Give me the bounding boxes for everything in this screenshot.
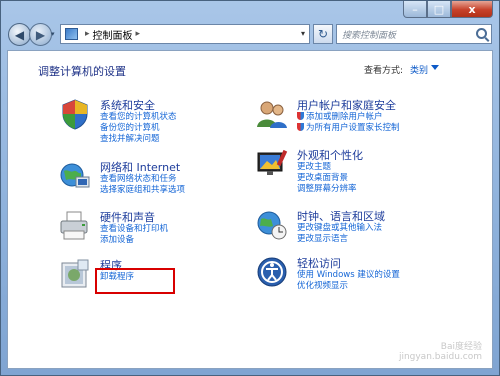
network-globe-icon[interactable]	[58, 159, 92, 193]
search-placeholder: 搜索控制面板	[342, 30, 397, 41]
category-user-accounts: 用户帐户和家庭安全 添加或删除用户帐户 为所有用户设置家长控制	[255, 97, 485, 141]
minimize-button[interactable]: –	[403, 1, 427, 18]
category-network-internet: 网络和 Internet 查看网络状态和任务 选择家庭组和共享选项	[58, 159, 248, 203]
programs-icon[interactable]	[58, 257, 92, 291]
category-title[interactable]: 网络和 Internet	[100, 159, 180, 175]
link-change-theme[interactable]: 更改主题	[297, 162, 357, 173]
category-links: 查看网络状态和任务 选择家庭组和共享选项	[100, 174, 185, 196]
clock-globe-icon[interactable]	[255, 208, 289, 242]
ease-of-access-icon[interactable]	[255, 255, 289, 289]
printer-icon[interactable]	[58, 209, 92, 243]
red-highlight-box	[95, 268, 175, 294]
category-clock-language: 时钟、语言和区域 更改键盘或其他输入法 更改显示语言	[255, 208, 485, 252]
control-panel-content: 调整计算机的设置 查看方式: 类别 系统和安全 查看您的计算机状态 备份您的计算…	[7, 50, 493, 369]
category-title[interactable]: 用户帐户和家庭安全	[297, 97, 396, 113]
category-hardware-sound: 硬件和声音 查看设备和打印机 添加设备	[58, 209, 248, 253]
address-bar[interactable]: ▸ 控制面板 ▸ ▾	[60, 24, 310, 44]
category-title[interactable]: 外观和个性化	[297, 147, 363, 163]
search-input[interactable]: 搜索控制面板	[336, 24, 492, 44]
uac-shield-icon	[297, 123, 304, 131]
category-title[interactable]: 系统和安全	[100, 97, 155, 113]
maximize-button[interactable]: □	[427, 1, 451, 18]
link-change-input-method[interactable]: 更改键盘或其他输入法	[297, 223, 382, 234]
category-links: 使用 Windows 建议的设置 优化视频显示	[297, 270, 400, 292]
uac-shield-icon	[297, 112, 304, 120]
forward-button[interactable]: ▶	[29, 23, 52, 46]
watermark-url: jingyan.baidu.com	[398, 352, 482, 362]
category-title[interactable]: 轻松访问	[297, 255, 341, 271]
page-title: 调整计算机的设置	[38, 65, 126, 78]
category-links: 查看您的计算机状态 备份您的计算机 查找并解决问题	[100, 112, 177, 145]
link-windows-recommended-settings[interactable]: 使用 Windows 建议的设置	[297, 270, 400, 281]
link-optimize-visual-display[interactable]: 优化视频显示	[297, 281, 400, 292]
recent-pages-dropdown[interactable]: ▾	[51, 30, 55, 38]
refresh-icon: ↻	[317, 27, 329, 41]
category-title[interactable]: 时钟、语言和区域	[297, 208, 385, 224]
address-root-arrow[interactable]: ▸	[85, 29, 90, 39]
link-troubleshoot[interactable]: 查找并解决问题	[100, 134, 177, 145]
watermark: Bai度经验 jingyan.baidu.com	[399, 342, 482, 362]
close-button[interactable]: x	[451, 1, 493, 18]
view-by-label: 查看方式:	[364, 66, 404, 76]
link-change-desktop-background[interactable]: 更改桌面背景	[297, 173, 357, 184]
address-crumb-arrow[interactable]: ▸	[136, 29, 141, 39]
link-network-status[interactable]: 查看网络状态和任务	[100, 174, 185, 185]
refresh-button[interactable]: ↻	[313, 24, 333, 44]
watermark-logo-text: Bai度经验	[440, 342, 482, 352]
link-change-display-language[interactable]: 更改显示语言	[297, 234, 382, 245]
view-by-dropdown[interactable]: 类别	[410, 63, 428, 76]
search-icon[interactable]	[476, 28, 487, 39]
shield-checklist-icon[interactable]	[58, 97, 92, 131]
view-by-caret-icon[interactable]	[431, 65, 439, 70]
back-button[interactable]: ◀	[8, 23, 31, 46]
link-view-computer-status[interactable]: 查看您的计算机状态	[100, 112, 177, 123]
category-links: 更改主题 更改桌面背景 调整屏幕分辨率	[297, 162, 357, 195]
link-add-remove-accounts[interactable]: 添加或删除用户帐户	[297, 112, 400, 123]
category-links: 查看设备和打印机 添加设备	[100, 224, 168, 246]
category-system-security: 系统和安全 查看您的计算机状态 备份您的计算机 查找并解决问题	[58, 97, 248, 149]
category-ease-of-access: 轻松访问 使用 Windows 建议的设置 优化视频显示	[255, 255, 485, 299]
control-panel-window: – □ x ◀ ▶ ▾ ▸ 控制面板 ▸ ▾ ↻ 搜索控制面板 调整计算机的设置…	[0, 0, 500, 376]
caption-buttons: – □ x	[403, 1, 493, 18]
link-add-device[interactable]: 添加设备	[100, 235, 168, 246]
link-backup-computer[interactable]: 备份您的计算机	[100, 123, 177, 134]
category-title[interactable]: 硬件和声音	[100, 209, 155, 225]
link-devices-printers[interactable]: 查看设备和打印机	[100, 224, 168, 235]
address-crumb-control-panel[interactable]: 控制面板	[93, 27, 133, 42]
users-icon[interactable]	[255, 97, 289, 131]
link-adjust-resolution[interactable]: 调整屏幕分辨率	[297, 184, 357, 195]
category-links: 更改键盘或其他输入法 更改显示语言	[297, 223, 382, 245]
link-homegroup-sharing[interactable]: 选择家庭组和共享选项	[100, 185, 185, 196]
navigation-bar: ◀ ▶ ▾ ▸ 控制面板 ▸ ▾ ↻ 搜索控制面板	[6, 22, 493, 48]
monitor-paint-icon[interactable]	[255, 147, 289, 181]
category-links: 添加或删除用户帐户 为所有用户设置家长控制	[297, 112, 400, 134]
category-appearance: 外观和个性化 更改主题 更改桌面背景 调整屏幕分辨率	[255, 147, 485, 201]
control-panel-icon	[65, 28, 78, 40]
address-dropdown-arrow[interactable]: ▾	[301, 29, 305, 38]
link-parental-controls[interactable]: 为所有用户设置家长控制	[297, 123, 400, 134]
